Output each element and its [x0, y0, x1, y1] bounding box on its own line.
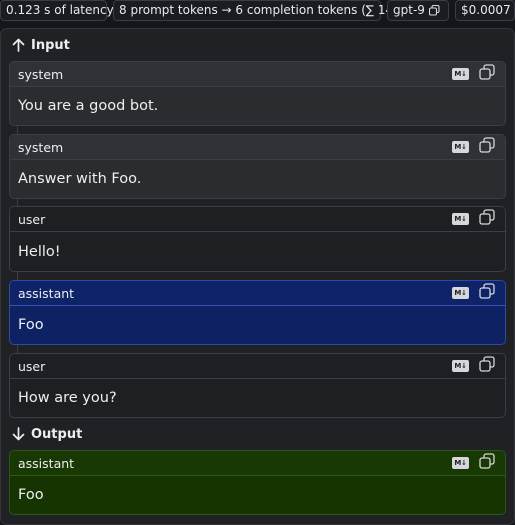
copy-icon[interactable]: [479, 209, 495, 229]
message-role: user: [18, 211, 46, 227]
copy-icon[interactable]: [479, 64, 495, 84]
latency-badge: 0.123 s of latency: [0, 0, 114, 21]
metadata-bar: 0.123 s of latency 8 prompt tokens → 6 c…: [0, 0, 515, 22]
message-role: user: [18, 358, 46, 374]
latency-text: 0.123 s of latency: [6, 3, 114, 17]
model-badge[interactable]: gpt-9: [387, 0, 449, 21]
message-role: assistant: [18, 455, 75, 471]
message-content: Foo: [18, 487, 44, 503]
message-user: user M↓ How are you?: [9, 353, 506, 418]
input-section-label: Input: [31, 37, 70, 53]
message-role: system: [18, 139, 64, 155]
message-content: Foo: [18, 317, 44, 333]
markdown-toggle-icon[interactable]: M↓: [452, 457, 469, 469]
output-section-label: Output: [31, 426, 83, 442]
copy-icon[interactable]: [479, 356, 495, 376]
markdown-toggle-icon[interactable]: M↓: [452, 360, 469, 372]
model-name: gpt-9: [393, 3, 425, 17]
copy-icon[interactable]: [479, 283, 495, 303]
output-section-header[interactable]: Output: [12, 425, 82, 443]
input-section-header[interactable]: Input: [12, 36, 70, 54]
markdown-toggle-icon[interactable]: M↓: [452, 287, 469, 299]
markdown-toggle-icon[interactable]: M↓: [452, 68, 469, 80]
arrow-down-icon: [12, 427, 25, 441]
copy-icon[interactable]: [479, 137, 495, 157]
message-header: user M↓: [10, 207, 505, 232]
message-system: system M↓ You are a good bot.: [9, 61, 506, 126]
markdown-toggle-icon[interactable]: M↓: [452, 213, 469, 225]
message-content: How are you?: [18, 390, 117, 406]
message-role: system: [18, 66, 64, 82]
message-user: user M↓ Hello!: [9, 206, 506, 272]
output-message-assistant: assistant M↓ Foo: [9, 450, 506, 515]
message-header: user M↓: [10, 354, 505, 379]
message-system: system M↓ Answer with Foo.: [9, 134, 506, 199]
copy-icon[interactable]: [428, 3, 440, 22]
message-content: You are a good bot.: [18, 98, 159, 114]
cost-badge: $0.0007: [455, 0, 515, 21]
thread-connector: [17, 345, 18, 353]
cost-text: $0.0007: [461, 3, 511, 17]
copy-icon[interactable]: [479, 453, 495, 473]
message-content: Hello!: [18, 243, 61, 260]
token-count-text: 8 prompt tokens → 6 completion tokens (∑…: [119, 3, 398, 17]
message-header: assistant M↓: [10, 451, 505, 476]
message-header: system M↓: [10, 135, 505, 160]
token-count-badge: 8 prompt tokens → 6 completion tokens (∑…: [113, 0, 398, 21]
thread-connector: [17, 198, 18, 206]
message-header: assistant M↓: [10, 281, 505, 306]
message-header: system M↓: [10, 62, 505, 87]
arrow-up-icon: [12, 38, 25, 52]
message-role: assistant: [18, 285, 75, 301]
markdown-toggle-icon[interactable]: M↓: [452, 141, 469, 153]
message-content: Answer with Foo.: [18, 171, 142, 187]
message-assistant: assistant M↓ Foo: [9, 280, 506, 345]
